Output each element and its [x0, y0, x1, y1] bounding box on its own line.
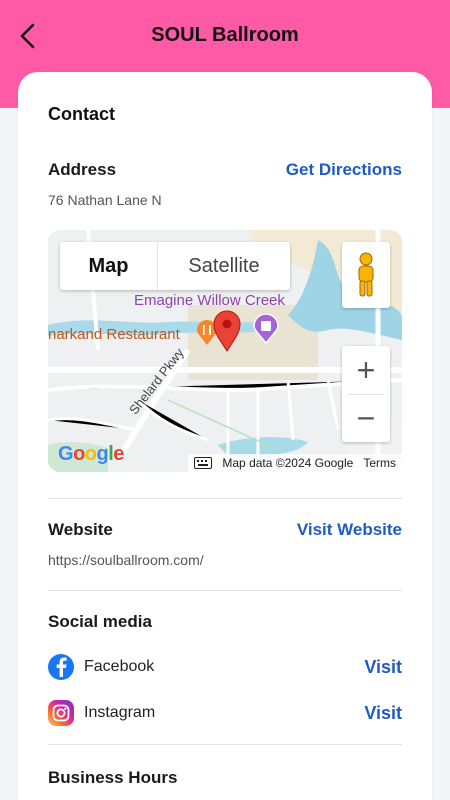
map-type-map[interactable]: Map — [60, 242, 158, 290]
address-value: 76 Nathan Lane N — [48, 192, 162, 208]
map-type-toggle: Map Satellite — [60, 242, 290, 290]
get-directions-link[interactable]: Get Directions — [286, 160, 402, 180]
business-hours-label: Business Hours — [48, 768, 178, 787]
contact-heading: Contact — [48, 104, 115, 124]
pegman-icon — [358, 252, 374, 297]
zoom-controls: + − — [342, 346, 390, 442]
map-view[interactable]: Map Satellite + − Emagine Willow Creek n… — [48, 230, 402, 472]
facebook-icon — [48, 654, 74, 680]
page-title: SOUL Ballroom — [151, 24, 299, 46]
map-label-theater: Emagine Willow Creek — [134, 292, 285, 309]
map-label-restaurant: narkand Restaurant — [48, 326, 180, 343]
instagram-label: Instagram — [84, 704, 156, 721]
visit-website-link[interactable]: Visit Website — [297, 520, 402, 540]
map-type-satellite[interactable]: Satellite — [158, 242, 290, 290]
map-attribution: Map data ©2024 Google Terms — [188, 454, 402, 472]
street-view-button[interactable] — [342, 242, 390, 308]
theater-pin-icon — [253, 314, 279, 344]
map-data-text: Map data ©2024 Google — [222, 456, 354, 470]
facebook-label: Facebook — [84, 658, 155, 675]
website-label: Website — [48, 520, 113, 539]
contact-card: Contact Address Get Directions 76 Nathan… — [18, 72, 432, 800]
social-media-label: Social media — [48, 612, 152, 631]
location-marker-icon[interactable] — [212, 310, 242, 352]
zoom-out-button[interactable]: − — [342, 394, 390, 442]
social-row-instagram: Instagram Visit — [48, 698, 402, 728]
terms-link[interactable]: Terms — [363, 456, 396, 470]
zoom-in-button[interactable]: + — [342, 346, 390, 394]
address-label: Address — [48, 160, 117, 179]
social-row-facebook: Facebook Visit — [48, 652, 402, 682]
facebook-visit-link[interactable]: Visit — [364, 657, 402, 678]
divider — [48, 498, 402, 499]
website-url: https://soulballroom.com/ — [48, 552, 204, 568]
divider — [48, 744, 402, 745]
instagram-icon — [48, 700, 74, 726]
google-logo: Google — [58, 443, 124, 465]
keyboard-icon[interactable] — [194, 457, 213, 469]
divider — [48, 590, 402, 591]
instagram-visit-link[interactable]: Visit — [364, 703, 402, 724]
